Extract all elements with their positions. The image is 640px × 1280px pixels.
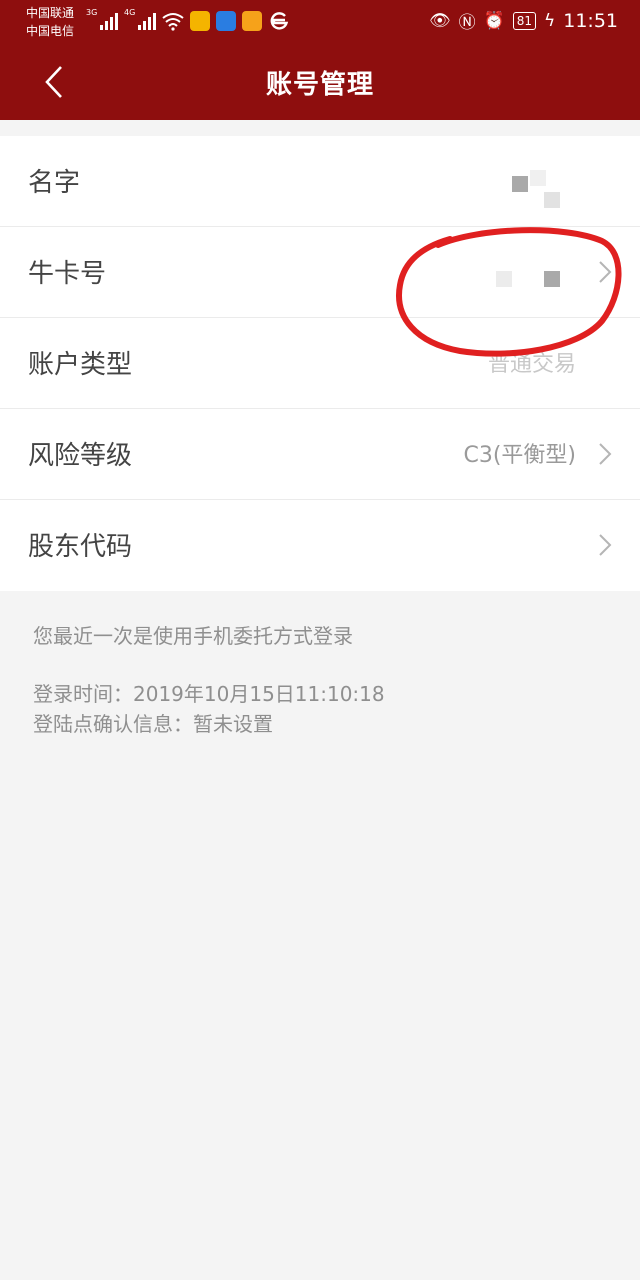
masked-value bbox=[512, 176, 528, 192]
wifi-icon bbox=[162, 13, 184, 31]
nfc-icon: Ⓝ bbox=[458, 13, 476, 33]
login-method-text: 您最近一次是使用手机委托方式登录 bbox=[33, 624, 353, 648]
carrier-labels: 中国联通 中国电信 bbox=[26, 4, 74, 40]
mail-notification-icon bbox=[242, 11, 262, 31]
row-label: 账户类型 bbox=[28, 350, 133, 380]
login-confirm-text: 登陆点确认信息：暂未设置 bbox=[33, 712, 273, 736]
eye-comfort-icon: 👁 bbox=[428, 10, 451, 31]
row-label: 牛卡号 bbox=[28, 259, 107, 289]
signal-icon-2: 4G bbox=[124, 8, 156, 30]
account-info-list: 名字 牛卡号 账户类型 普通交易 风险等级 C3(平衡型) 股东代码 bbox=[0, 136, 640, 591]
niu-card-row[interactable]: 牛卡号 bbox=[0, 227, 640, 318]
masked-value bbox=[530, 170, 546, 186]
account-type-row: 账户类型 普通交易 bbox=[0, 318, 640, 409]
header: 账号管理 bbox=[0, 44, 640, 120]
row-label: 股东代码 bbox=[28, 532, 133, 562]
chevron-left-icon bbox=[45, 66, 62, 98]
risk-level-row[interactable]: 风险等级 C3(平衡型) bbox=[0, 409, 640, 500]
alarm-icon: ⏰ bbox=[483, 10, 505, 31]
browser-notification-icon bbox=[270, 12, 289, 30]
masked-value bbox=[544, 271, 560, 287]
charging-icon: ϟ bbox=[544, 10, 556, 31]
battery-level: 81 bbox=[512, 11, 537, 30]
masked-value bbox=[496, 271, 512, 287]
chevron-right-icon bbox=[599, 443, 612, 465]
shareholder-code-row[interactable]: 股东代码 bbox=[0, 500, 640, 591]
account-type-value: 普通交易 bbox=[487, 352, 576, 377]
app-notification-icon bbox=[190, 11, 210, 31]
row-label: 风险等级 bbox=[28, 441, 133, 471]
app-notification-icon bbox=[216, 11, 236, 31]
signal-icon-1: 3G bbox=[86, 8, 118, 30]
chevron-right-icon bbox=[599, 261, 612, 283]
carrier-2: 中国电信 bbox=[26, 24, 75, 38]
name-row: 名字 bbox=[0, 136, 640, 227]
network-type-1: 3G bbox=[86, 8, 98, 17]
risk-level-value: C3(平衡型) bbox=[463, 443, 576, 468]
network-type-2: 4G bbox=[124, 8, 136, 17]
clock: 11:51 bbox=[563, 9, 618, 32]
login-time-text: 登录时间：2019年10月15日11:10:18 bbox=[33, 682, 385, 706]
row-label: 名字 bbox=[28, 168, 81, 198]
carrier-1: 中国联通 bbox=[26, 6, 75, 20]
status-bar: 中国联通 中国电信 3G 4G 👁 Ⓝ ⏰ 81 ϟ 11:51 bbox=[0, 0, 640, 44]
page-title: 账号管理 bbox=[265, 70, 374, 100]
chevron-right-icon bbox=[599, 534, 612, 556]
masked-value bbox=[544, 192, 560, 208]
back-button[interactable] bbox=[30, 58, 78, 106]
